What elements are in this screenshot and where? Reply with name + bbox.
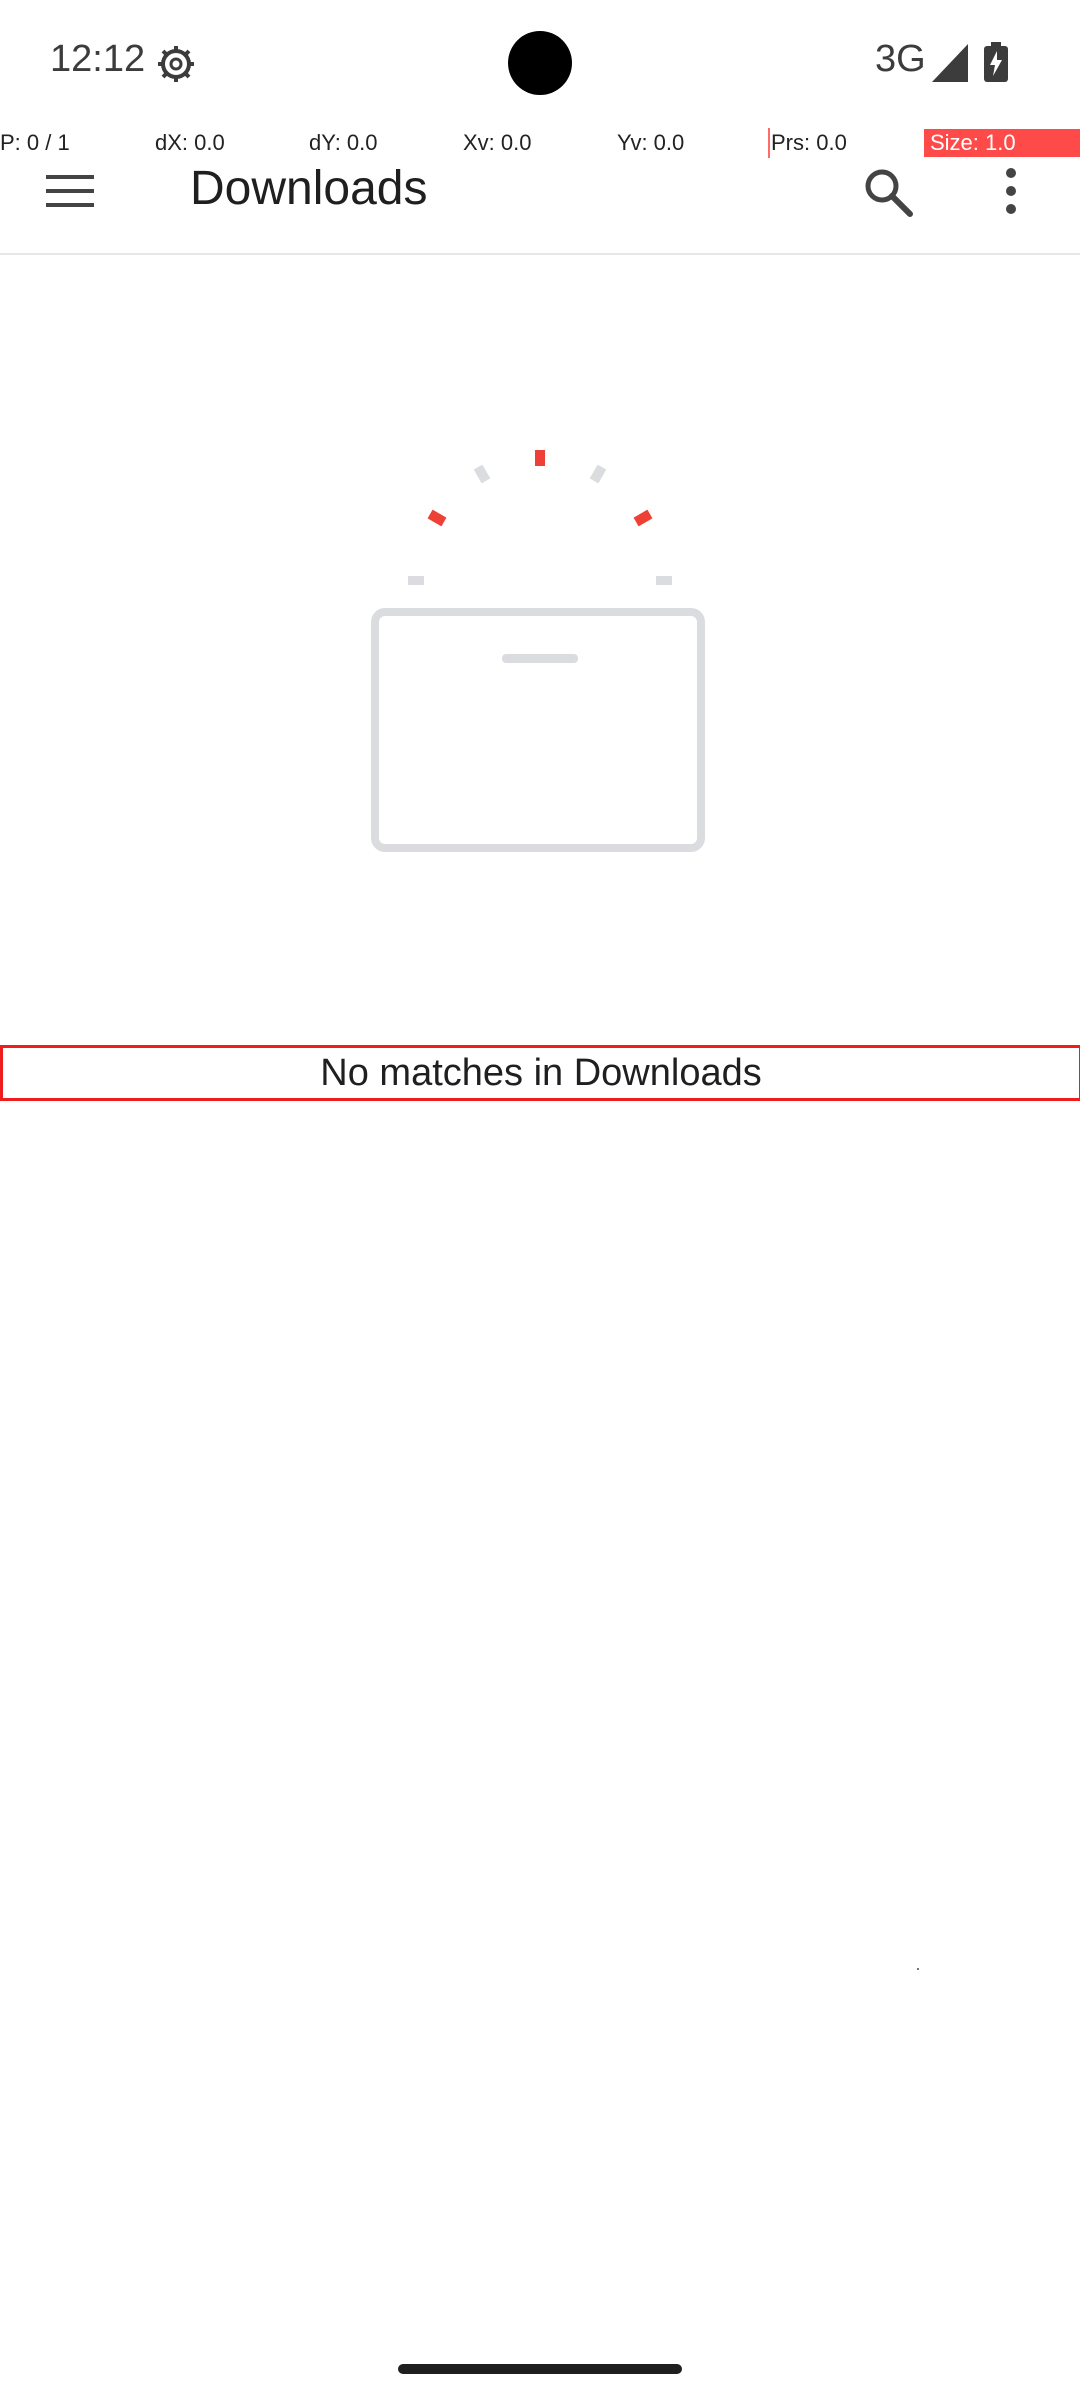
network-type: 3G — [875, 38, 926, 80]
menu-icon[interactable] — [46, 173, 94, 209]
camera-cutout — [508, 31, 572, 95]
status-time: 12:12 — [50, 38, 146, 80]
pointer-location-overlay: P: 0 / 1 dX: 0.0 dY: 0.0 Xv: 0.0 Yv: 0.0… — [0, 128, 1080, 158]
folder-slot — [502, 654, 578, 663]
overlay-size: Size: 1.0 — [924, 129, 1080, 157]
page-title: Downloads — [190, 162, 428, 215]
overlay-yv: Yv: 0.0 — [617, 130, 685, 155]
overflow-menu-icon[interactable] — [998, 166, 1024, 216]
ray-right — [633, 509, 653, 527]
overlay-divider — [768, 128, 770, 158]
gesture-nav-handle[interactable] — [398, 2364, 682, 2374]
empty-folder-illustration — [371, 450, 705, 852]
battery-icon — [984, 42, 1008, 82]
ray-upper-right — [589, 464, 607, 484]
ray-far-left — [408, 576, 424, 585]
signal-icon — [932, 44, 968, 82]
folder-box — [371, 608, 705, 852]
overlay-dy: dY: 0.0 — [309, 130, 378, 155]
overlay-pressure: Prs: 0.0 — [771, 130, 847, 155]
ray-top — [535, 450, 545, 466]
ray-upper-left — [473, 464, 491, 484]
search-icon[interactable] — [862, 166, 914, 218]
status-bar: 12:12 3G — [0, 0, 1080, 128]
ray-far-right — [656, 576, 672, 585]
ray-left — [427, 509, 447, 527]
screen: 12:12 3G Downloads P: 0 / 1 dX: 0.0 dY: … — [0, 0, 1080, 2400]
overlay-dx: dX: 0.0 — [155, 130, 225, 155]
empty-state-message: No matches in Downloads — [0, 1045, 1080, 1101]
app-bar-divider — [0, 253, 1080, 255]
overlay-pointer-count: P: 0 / 1 — [0, 130, 70, 155]
gear-icon — [158, 46, 194, 82]
overlay-xv: Xv: 0.0 — [463, 130, 532, 155]
touch-dot — [917, 1968, 919, 1970]
